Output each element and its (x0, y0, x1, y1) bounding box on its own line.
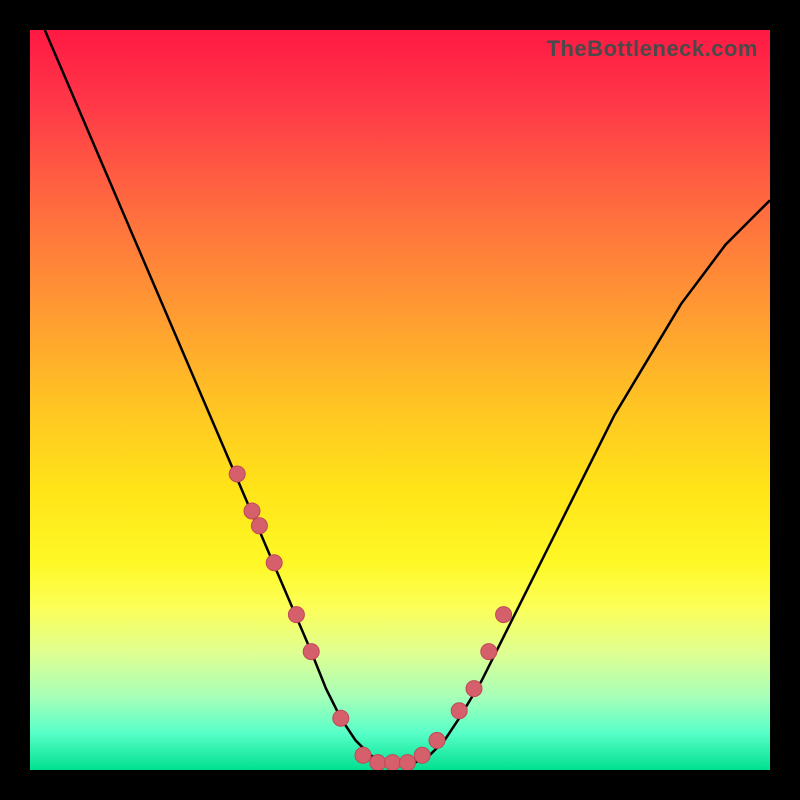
data-marker (481, 644, 497, 660)
data-marker (229, 466, 245, 482)
data-marker (496, 607, 512, 623)
data-marker (288, 607, 304, 623)
data-marker (399, 755, 415, 770)
data-marker (466, 681, 482, 697)
bottleneck-curve (45, 30, 770, 763)
data-marker (355, 747, 371, 763)
data-marker (251, 518, 267, 534)
data-marker (385, 755, 401, 770)
data-marker (429, 732, 445, 748)
data-marker (303, 644, 319, 660)
data-marker (266, 555, 282, 571)
data-marker (244, 503, 260, 519)
chart-svg (30, 30, 770, 770)
plot-area: TheBottleneck.com (30, 30, 770, 770)
data-marker (451, 703, 467, 719)
data-marker (333, 710, 349, 726)
data-marker (414, 747, 430, 763)
chart-container: TheBottleneck.com (0, 0, 800, 800)
data-markers (229, 466, 511, 770)
data-marker (370, 755, 386, 770)
